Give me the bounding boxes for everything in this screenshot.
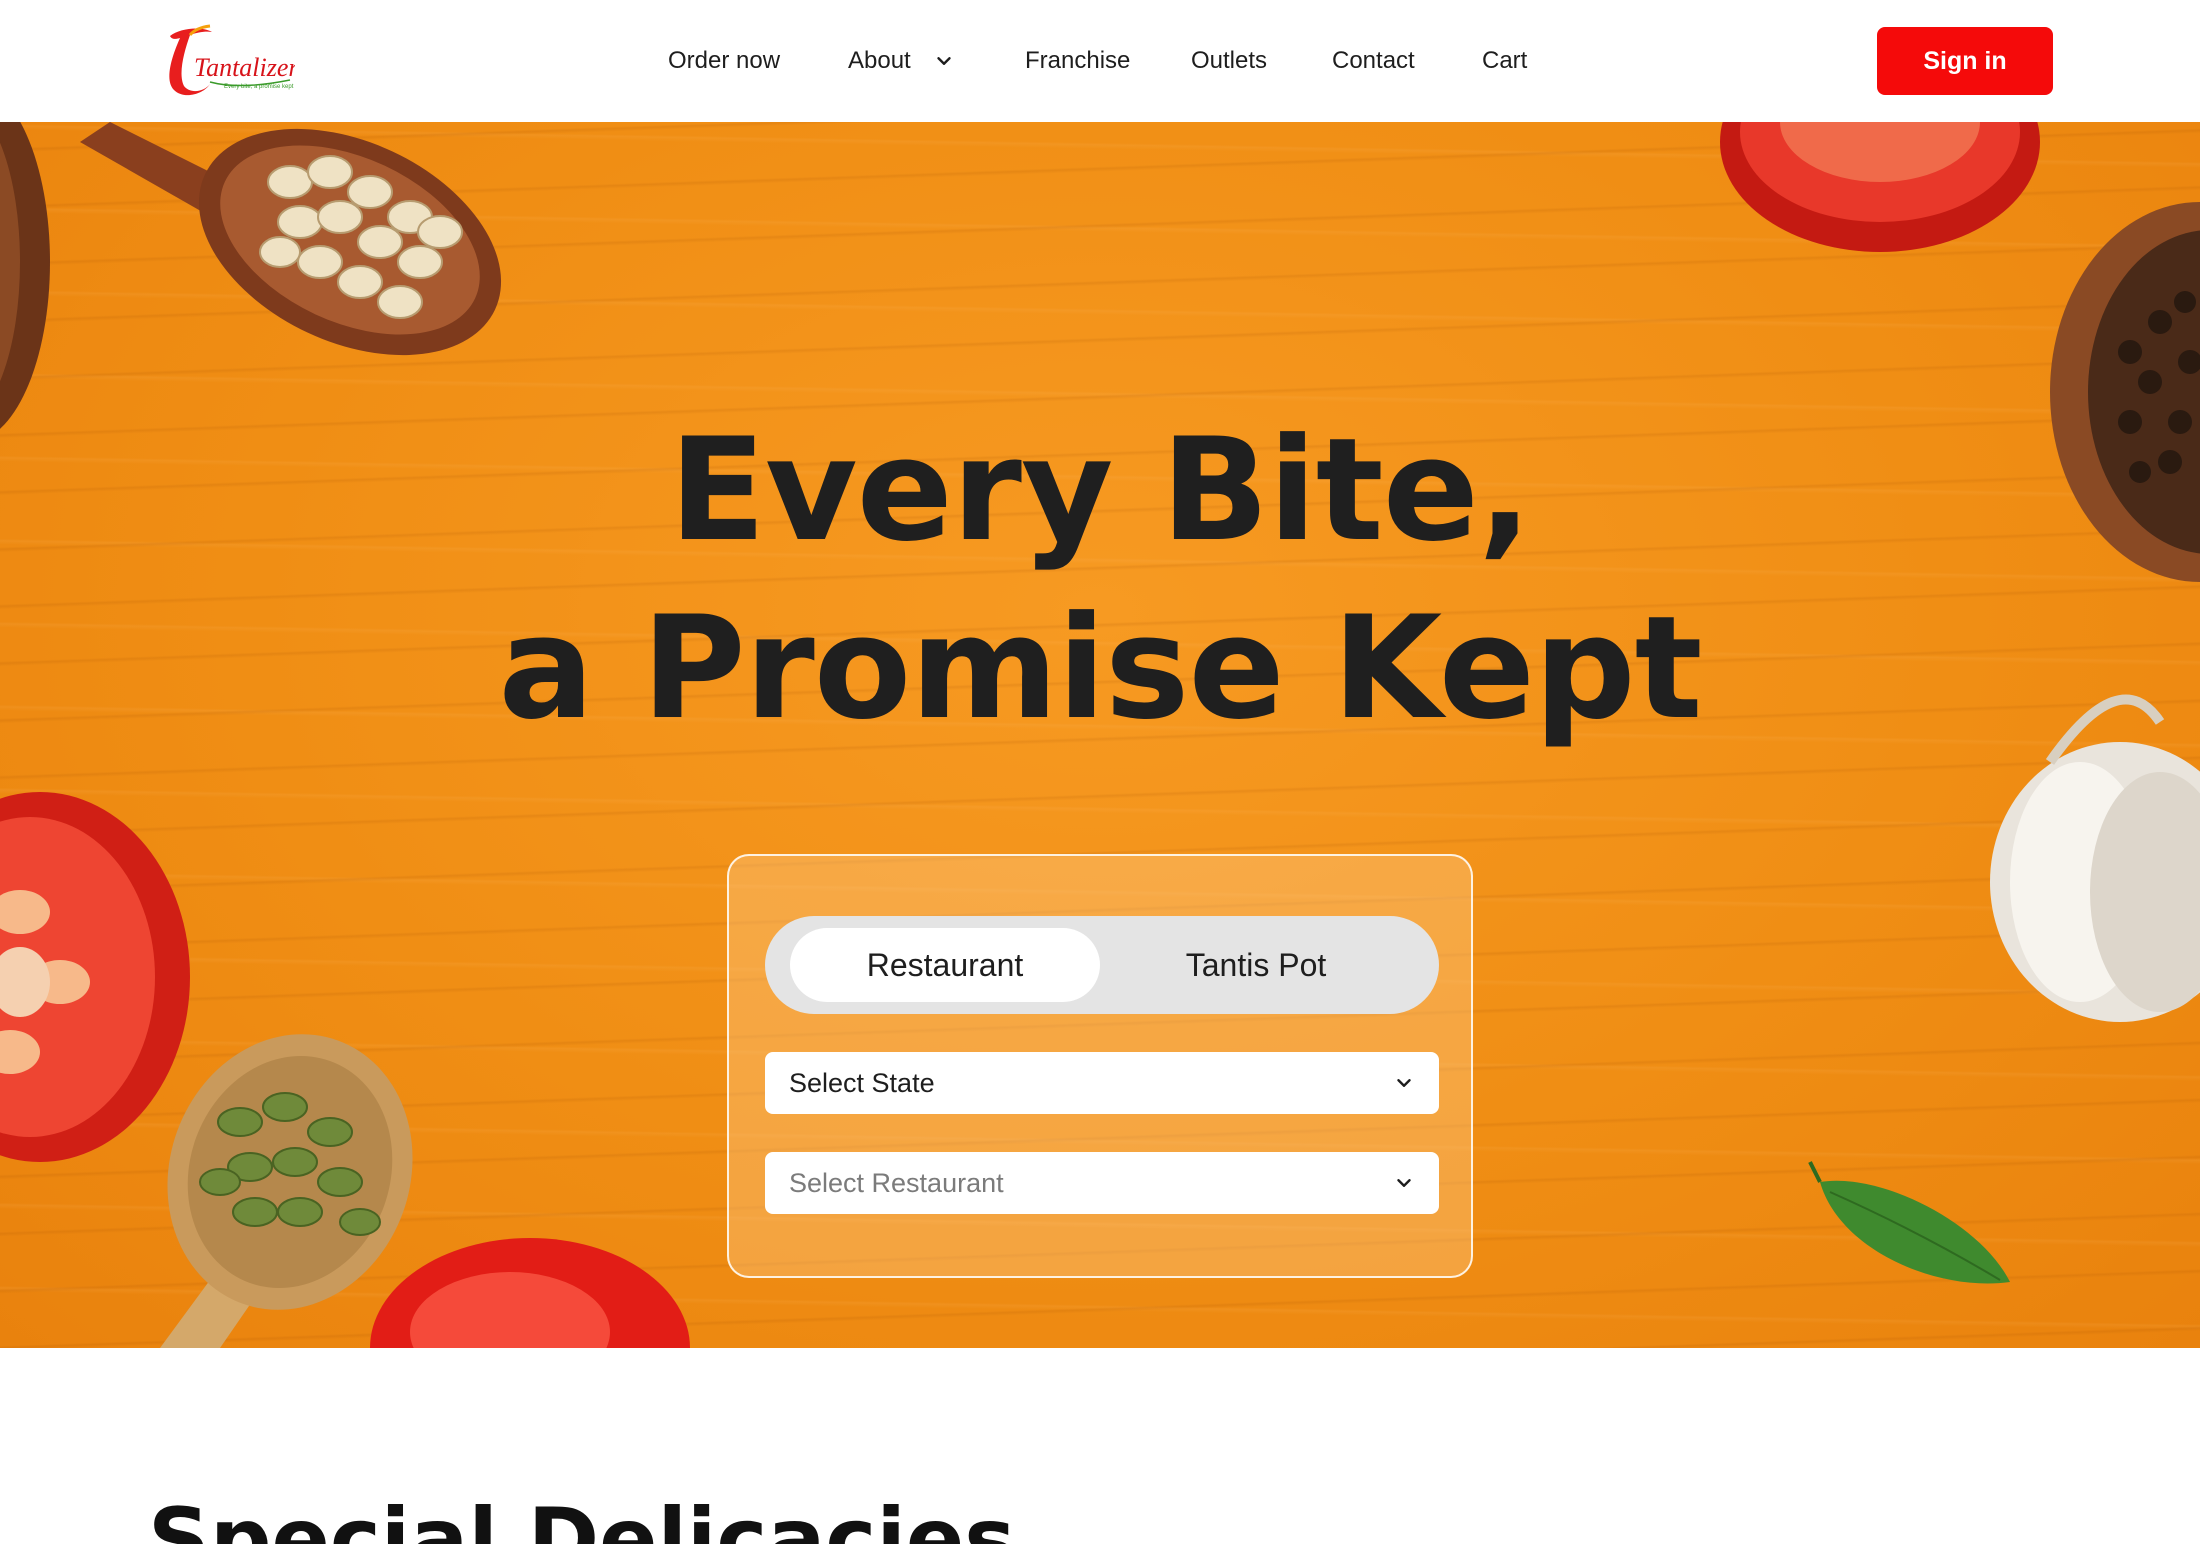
top-navbar: Tantalizers Every bite, a promise kept O… [0, 0, 2200, 122]
wooden-bowl-icon [0, 122, 50, 429]
nav-about-dropdown[interactable]: About [848, 44, 955, 78]
nav-cart[interactable]: Cart [1482, 44, 1527, 78]
basil-leaf-icon [1808, 1161, 2010, 1284]
nav-outlets[interactable]: Outlets [1191, 44, 1267, 78]
select-restaurant-dropdown[interactable]: Select Restaurant [765, 1152, 1439, 1214]
red-pepper-icon [370, 1238, 690, 1348]
nav-about[interactable]: About [848, 44, 911, 78]
main-nav: Order now About Franchise Outlets Contac… [0, 0, 2200, 122]
sign-in-button[interactable]: Sign in [1877, 27, 2053, 95]
hero-headline-line-2: a Promise Kept [498, 586, 1702, 751]
tomato-slice-left-icon [0, 792, 190, 1162]
bean-spoon-icon [80, 122, 502, 356]
nav-order-now[interactable]: Order now [668, 44, 780, 78]
nav-franchise[interactable]: Franchise [1025, 44, 1130, 78]
select-restaurant-label: Select Restaurant [789, 1167, 1004, 1198]
special-delicacies-heading: Special Delicacies [148, 1490, 1016, 1544]
select-state-label: Select State [789, 1067, 935, 1098]
restaurant-search-card: Restaurant Tantis Pot Select State Selec… [727, 854, 1473, 1278]
chevron-down-icon [937, 57, 951, 65]
tomato-slice-top-icon [1720, 122, 2040, 252]
hero-headline-line-1: Every Bite, [669, 408, 1532, 573]
venue-type-toggle: Restaurant Tantis Pot [765, 916, 1439, 1014]
nav-contact[interactable]: Contact [1332, 44, 1415, 78]
hero-headline: Every Bite, a Promise Kept [0, 402, 2200, 758]
tab-restaurant[interactable]: Restaurant [790, 928, 1100, 1002]
select-state-dropdown[interactable]: Select State [765, 1052, 1439, 1114]
chevron-down-icon [1397, 1079, 1411, 1087]
tab-tantis-pot[interactable]: Tantis Pot [1101, 928, 1411, 1002]
hero-section: Every Bite, a Promise Kept Restaurant Ta… [0, 122, 2200, 1348]
chevron-down-icon [1397, 1179, 1411, 1187]
